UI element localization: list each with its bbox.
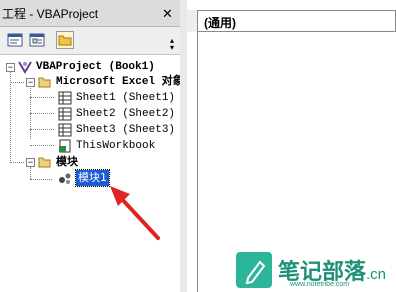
worksheet-icon xyxy=(58,123,72,137)
folder-open-icon xyxy=(38,157,51,168)
tree-item-label: Sheet3 (Sheet3) xyxy=(76,124,176,136)
close-button[interactable]: ✕ xyxy=(161,7,174,20)
tree-item-label: 模块1 xyxy=(75,169,110,187)
folder-open-icon xyxy=(38,77,51,88)
tree-line xyxy=(30,179,52,180)
project-explorer-toolbar: ▴ ▾ xyxy=(0,27,180,55)
tree-item-label: Sheet1 (Sheet1) xyxy=(76,92,176,104)
vba-project-icon xyxy=(18,61,32,74)
watermark: 笔记部落.cn www.notetribe.com xyxy=(226,248,396,292)
workbook-icon xyxy=(59,139,71,153)
tree-item-label: Microsoft Excel 对象 xyxy=(56,76,184,88)
toggle-folders-icon xyxy=(58,35,72,46)
tree-line xyxy=(10,162,24,163)
worksheet-icon xyxy=(58,107,72,121)
tree-line xyxy=(30,167,31,179)
code-window-header: (通用) xyxy=(187,10,396,32)
expand-project-toggle[interactable]: − xyxy=(6,63,15,72)
tree-item-label: VBAProject (Book1) xyxy=(36,61,155,73)
tree-item-label: 模块 xyxy=(56,155,78,168)
expand-objects-toggle[interactable]: − xyxy=(26,78,35,87)
tree-line xyxy=(10,82,24,83)
tree-line xyxy=(30,113,54,114)
tree-line xyxy=(30,97,54,98)
window-title: 工程 - VBAProject xyxy=(2,7,99,21)
view-code-button[interactable] xyxy=(6,31,24,49)
worksheet-icon xyxy=(58,91,72,105)
tree-line xyxy=(30,129,54,130)
project-explorer-titlebar: 工程 - VBAProject ✕ xyxy=(0,0,180,27)
view-code-icon xyxy=(7,33,23,47)
tree-item-label: Sheet2 (Sheet2) xyxy=(76,108,176,120)
watermark-url: www.notetribe.com xyxy=(290,281,350,288)
object-dropdown-value: (通用) xyxy=(204,16,236,30)
project-explorer-pane: 工程 - VBAProject ✕ ▴ ▾ − − − VBAProject (… xyxy=(0,0,184,292)
module-icon xyxy=(59,173,71,184)
tree-line xyxy=(30,85,31,139)
view-object-button[interactable] xyxy=(28,31,46,49)
project-tree: − − − VBAProject (Book1) Microsoft Excel… xyxy=(0,55,184,292)
tree-line xyxy=(30,145,54,146)
view-object-icon xyxy=(29,33,45,47)
toolbar-scroll-arrows[interactable]: ▴ ▾ xyxy=(170,37,178,52)
toggle-folders-button[interactable] xyxy=(56,31,74,49)
watermark-logo-icon xyxy=(236,252,272,288)
expand-modules-toggle[interactable]: − xyxy=(26,158,35,167)
tree-item-label: ThisWorkbook xyxy=(76,140,156,152)
object-dropdown[interactable]: (通用) xyxy=(197,10,396,32)
